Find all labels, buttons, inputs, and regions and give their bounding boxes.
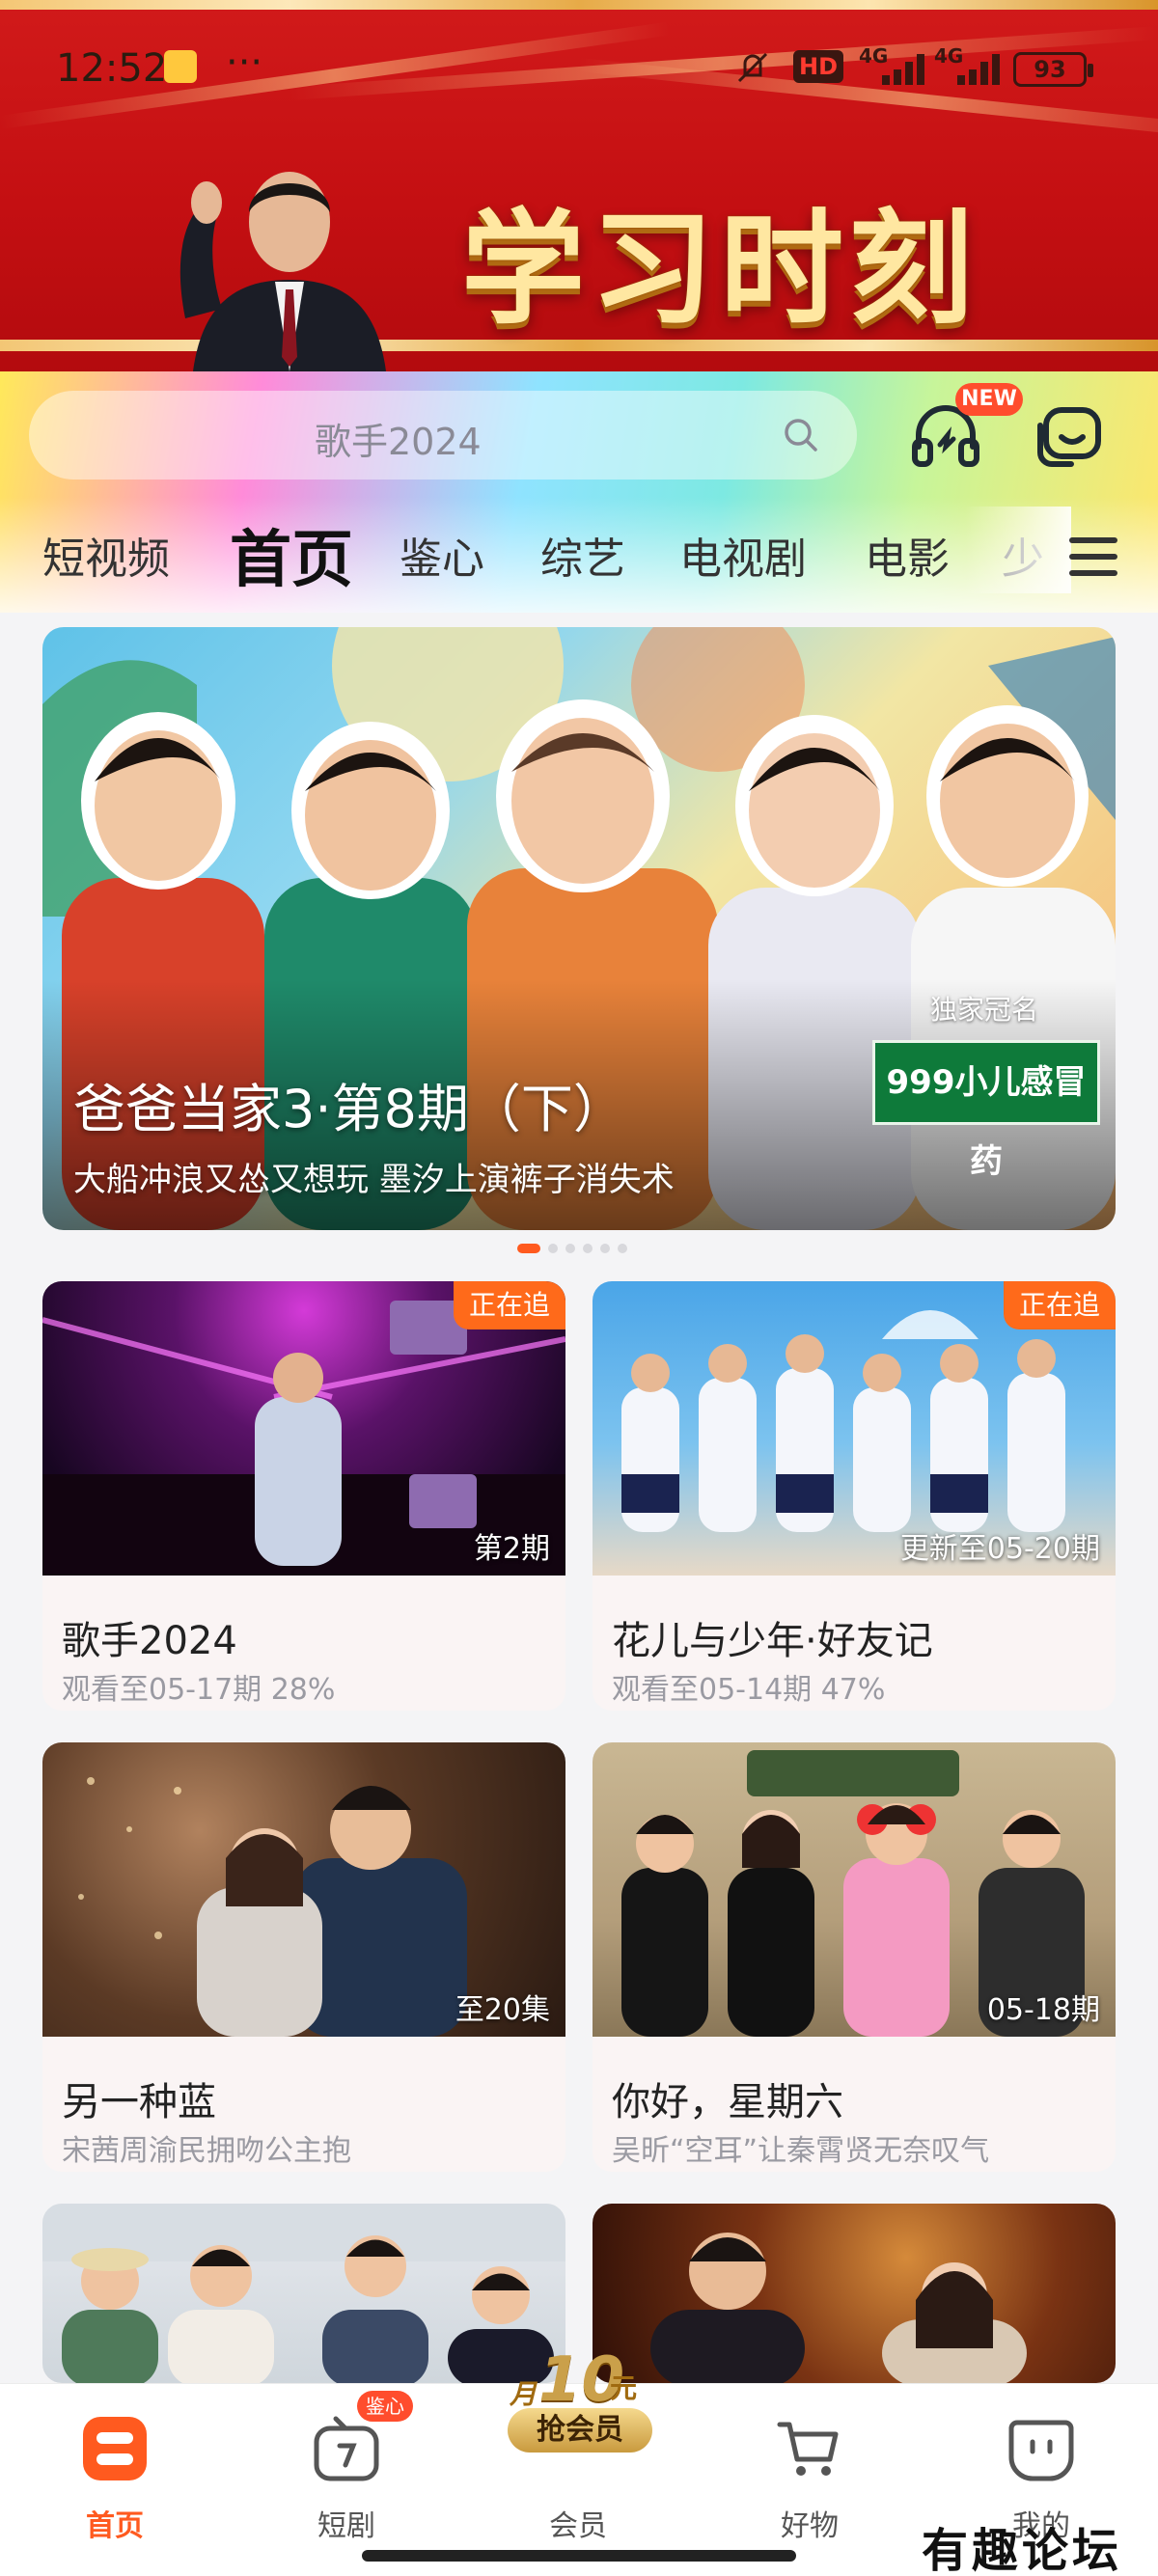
nav-short-drama-label: 短剧: [317, 2509, 375, 2543]
carousel-dot: [548, 1244, 558, 1253]
watermark: 有趣论坛: [922, 2524, 1123, 2576]
following-badge: 正在追: [1003, 1281, 1116, 1329]
status-more-icon: ···: [226, 41, 263, 85]
hero-title: 爸爸当家3·第8期（下）: [73, 1079, 625, 1139]
episode-label: 至20集: [455, 1993, 550, 2027]
sponsor-logo[interactable]: 999小儿感冒药: [872, 1040, 1100, 1181]
tv-icon: [314, 2416, 379, 2481]
video-card[interactable]: [593, 2204, 1116, 2383]
episode-label: 第2期: [473, 1532, 550, 1566]
following-badge: 正在追: [453, 1281, 565, 1329]
tab-fade: [965, 507, 1071, 593]
top-banner[interactable]: 12:52 ··· HD 4G 4G 93 学习时刻: [0, 0, 1158, 371]
nav-home[interactable]: 首页: [42, 2405, 187, 2543]
message-icon[interactable]: [1033, 400, 1106, 474]
menu-icon[interactable]: [1069, 535, 1117, 578]
mute-icon: [737, 52, 768, 83]
card-title: 你好，星期六: [612, 2080, 843, 2124]
home-indicator[interactable]: [362, 2550, 796, 2562]
search-icon[interactable]: [782, 416, 820, 454]
vip-promo-unit: 元: [610, 2372, 638, 2404]
tab-movies[interactable]: 电影: [865, 524, 950, 586]
carousel-dot: [600, 1244, 610, 1253]
carousel-dot: [618, 1244, 627, 1253]
nav-home-label: 首页: [86, 2509, 144, 2543]
card-title: 另一种蓝: [62, 2080, 216, 2124]
status-bar: 12:52 ··· HD 4G 4G 93: [0, 39, 1158, 100]
search-placeholder: 歌手2024: [315, 421, 482, 463]
carousel-dot: [565, 1244, 575, 1253]
profile-icon: [1008, 2420, 1074, 2481]
card-subtitle: 观看至05-14期 47%: [612, 1673, 886, 1707]
signal-icon: [882, 54, 924, 85]
episode-label: 05-18期: [986, 1993, 1100, 2027]
carousel-dot: [583, 1244, 593, 1253]
header: 歌手2024 NEW 短视频 首页 鉴心 综艺 电视剧 电影 少: [0, 371, 1158, 613]
category-tabs: 短视频 首页 鉴心 综艺 电视剧 电影 少: [0, 507, 1158, 596]
battery-icon: 93: [1013, 52, 1093, 87]
video-card[interactable]: 正在追 第2期 歌手2024 观看至05-17期 28%: [42, 1281, 565, 1711]
search-bar[interactable]: 歌手2024: [29, 391, 857, 480]
video-card[interactable]: 正在追 更新至05-20期 花儿与少年·好友记 观看至05-14期 47%: [593, 1281, 1116, 1711]
jianxin-badge: 鉴心: [357, 2391, 413, 2422]
video-thumbnail: [593, 2204, 1116, 2383]
status-indicators: HD 4G 4G 93: [733, 44, 1119, 95]
hero-subtitle: 大船冲浪又怂又想玩 墨汐上演裤子消失术: [73, 1161, 675, 1199]
thumbnail-art: [42, 2204, 565, 2383]
hero-carousel[interactable]: 独家冠名 999小儿感冒药 爸爸当家3·第8期（下） 大船冲浪又怂又想玩 墨汐上…: [42, 627, 1116, 1230]
app-screen: 12:52 ··· HD 4G 4G 93 学习时刻 歌手2024 NEW 短视…: [0, 0, 1158, 2576]
tab-home[interactable]: 首页: [230, 510, 353, 599]
episode-label: 更新至05-20期: [899, 1532, 1100, 1566]
card-title: 花儿与少年·好友记: [612, 1619, 933, 1663]
thumbnail-art: [650, 2233, 1027, 2383]
carousel-dot-active: [517, 1244, 540, 1253]
tab-tv-series[interactable]: 电视剧: [679, 524, 807, 586]
signal-icon-2: [957, 54, 1000, 85]
video-card[interactable]: 05-18期 你好，星期六 吴昕“空耳”让秦霄贤无奈叹气: [593, 1742, 1116, 2172]
status-time: 12:52: [56, 46, 168, 91]
vip-promo[interactable]: 月 10 元 抢会员: [502, 2344, 656, 2453]
card-subtitle: 观看至05-17期 28%: [62, 1673, 336, 1707]
nav-shop-label: 好物: [781, 2509, 839, 2543]
video-card[interactable]: [42, 2204, 565, 2383]
sponsor-label: 独家冠名: [930, 994, 1039, 1026]
tab-variety[interactable]: 综艺: [540, 524, 625, 586]
banner-gold-line: [0, 0, 1158, 10]
nav-short-drama[interactable]: 短剧: [274, 2405, 419, 2543]
home-icon: [83, 2417, 147, 2480]
banner-title: 学习时刻: [461, 197, 979, 342]
vip-promo-button[interactable]: 抢会员: [508, 2408, 652, 2453]
video-card[interactable]: 至20集 另一种蓝 宋茜周渝民拥吻公主抱: [42, 1742, 565, 2172]
tab-jianxin[interactable]: 鉴心: [400, 524, 484, 586]
notification-icon: [164, 50, 197, 83]
video-thumbnail: [42, 2204, 565, 2383]
nav-vip-label: 会员: [549, 2509, 607, 2543]
banner-portrait: [179, 172, 386, 371]
card-title: 歌手2024: [62, 1619, 237, 1663]
new-badge: NEW: [955, 383, 1023, 416]
cart-icon: [777, 2422, 839, 2476]
card-subtitle: 宋茜周渝民拥吻公主抱: [62, 2134, 351, 2168]
hd-icon: HD: [793, 50, 844, 83]
tab-short-video[interactable]: 短视频: [42, 524, 170, 586]
card-subtitle: 吴昕“空耳”让秦霄贤无奈叹气: [612, 2134, 990, 2168]
vip-promo-prefix: 月: [510, 2378, 538, 2410]
nav-shop[interactable]: 好物: [737, 2405, 882, 2543]
carousel-indicator: [511, 1242, 647, 1255]
